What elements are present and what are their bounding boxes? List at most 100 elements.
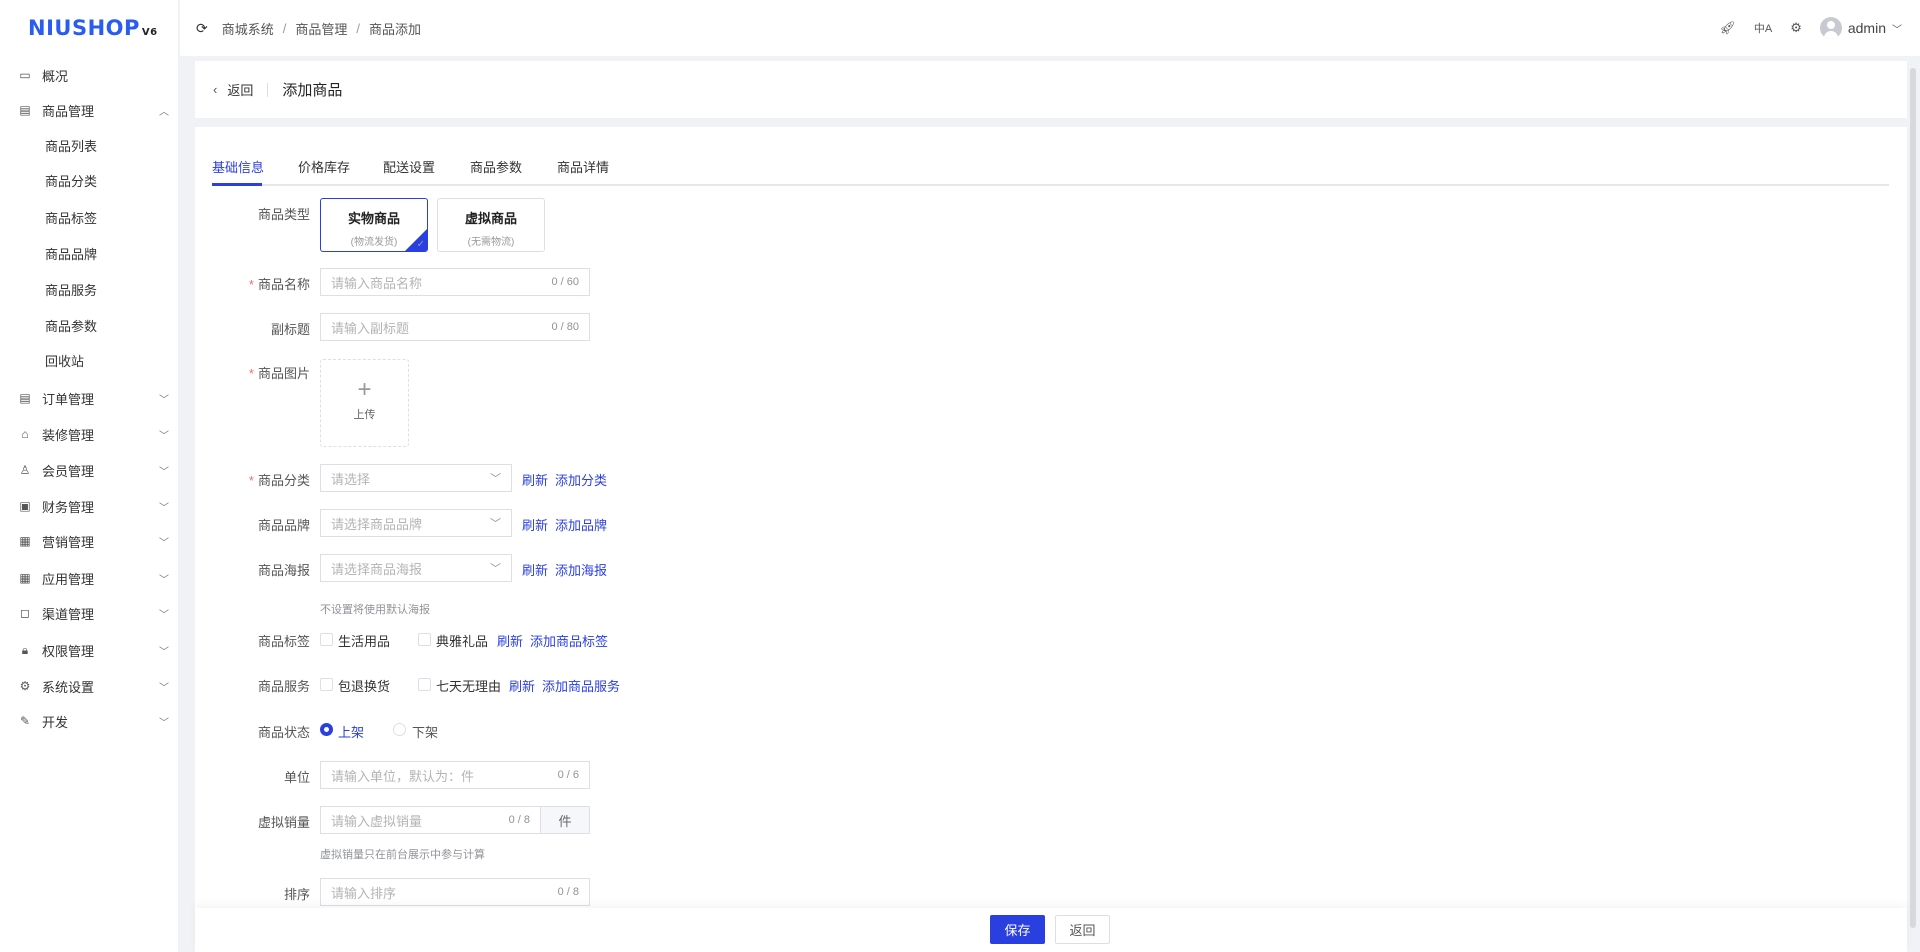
refresh-icon[interactable]: ⟳ <box>196 20 208 37</box>
brand-select[interactable]: 请选择商品品牌 ﹀ <box>320 509 512 537</box>
radio-off-shelf[interactable] <box>393 723 406 736</box>
field-label: 商品类型 <box>257 207 310 222</box>
sidebar-subitem-goods-tags[interactable]: 商品标签 <box>45 201 97 237</box>
refresh-category-link[interactable]: 刷新 <box>522 470 548 489</box>
refresh-services-link[interactable]: 刷新 <box>509 676 535 695</box>
tag-checkbox[interactable] <box>418 633 431 646</box>
back-button[interactable]: 返回 <box>1055 915 1110 944</box>
placeholder: 请输入排序 <box>331 885 397 901</box>
sidebar-item-marketing[interactable]: ▦ 营销管理 ﹀ <box>0 523 179 559</box>
radio-label[interactable]: 下架 <box>412 722 438 741</box>
refresh-poster-link[interactable]: 刷新 <box>522 560 548 579</box>
scrollbar[interactable] <box>1907 56 1920 952</box>
sidebar-item-dev[interactable]: ✎ 开发 ﹀ <box>0 703 179 739</box>
sidebar-item-goods[interactable]: ▤ 商品管理 ︿ <box>0 92 179 128</box>
sidebar-item-overview[interactable]: ▭ 概况 <box>0 57 179 93</box>
type-option-virtual[interactable]: 虚拟商品 (无需物流) <box>437 198 545 252</box>
radio-on-shelf[interactable] <box>320 723 333 736</box>
required-mark: * <box>248 366 254 381</box>
edit-icon: ✎ <box>19 714 31 728</box>
tab-price-stock[interactable]: 价格库存 <box>298 157 350 176</box>
page-title: 添加商品 <box>282 82 343 99</box>
placeholder: 请选择商品品牌 <box>331 516 423 532</box>
service-option-label[interactable]: 七天无理由 <box>436 676 501 695</box>
field-label: 虚拟销量 <box>257 815 310 830</box>
category-select[interactable]: 请选择 ﹀ <box>320 464 512 492</box>
add-service-link[interactable]: 添加商品服务 <box>542 676 620 695</box>
user-menu[interactable]: admin ﹀ <box>1819 17 1902 39</box>
chevron-down-icon: ﹀ <box>159 466 169 478</box>
gear-icon: ⚙ <box>19 679 31 693</box>
order-icon: ▤ <box>19 391 31 405</box>
add-tag-link[interactable]: 添加商品标签 <box>530 631 608 650</box>
logo-text: NIUSHOP <box>28 16 140 40</box>
sort-input[interactable]: 请输入排序 0 / 8 <box>320 878 590 906</box>
finance-icon: ▣ <box>19 499 31 513</box>
radio-label[interactable]: 上架 <box>338 722 364 741</box>
translate-icon[interactable]: 中A <box>1754 20 1772 36</box>
type-option-physical[interactable]: 实物商品 (物流发货) ✓ <box>320 198 428 252</box>
service-option-label[interactable]: 包退换货 <box>338 676 390 695</box>
rocket-icon[interactable]: 🚀︎ <box>1719 20 1736 36</box>
refresh-tags-link[interactable]: 刷新 <box>497 631 523 650</box>
poster-select[interactable]: 请选择商品海报 ﹀ <box>320 554 512 582</box>
sidebar-item-channel[interactable]: ◻ 渠道管理 ﹀ <box>0 595 179 631</box>
field-label: 单位 <box>283 770 310 785</box>
tag-option-label[interactable]: 生活用品 <box>338 631 390 650</box>
tab-params[interactable]: 商品参数 <box>470 157 522 176</box>
service-checkbox[interactable] <box>418 678 431 691</box>
sidebar-subitem-goods-list[interactable]: 商品列表 <box>45 129 97 165</box>
sidebar-item-member[interactable]: ♙ 会员管理 ﹀ <box>0 452 179 488</box>
refresh-brand-link[interactable]: 刷新 <box>522 515 548 534</box>
channel-icon: ◻ <box>20 606 30 620</box>
sidebar-item-decorate[interactable]: ⌂ 装修管理 ﹀ <box>0 416 179 452</box>
required-mark: * <box>248 277 254 292</box>
tab-delivery[interactable]: 配送设置 <box>383 157 435 176</box>
chart-icon: ▭ <box>19 68 31 82</box>
label-text: 商品图片 <box>257 366 310 381</box>
breadcrumb-item[interactable]: 商品管理 <box>295 19 347 38</box>
chevron-left-icon: ‹ <box>213 82 218 97</box>
tab-details[interactable]: 商品详情 <box>557 157 609 176</box>
field-label: 商品服务 <box>257 679 310 694</box>
sidebar-subitem-recycle[interactable]: 回收站 <box>45 344 84 380</box>
tag-checkbox[interactable] <box>320 633 333 646</box>
subtitle-input[interactable]: 请输入副标题 0 / 80 <box>320 313 590 341</box>
goods-name-input[interactable]: 请输入商品名称 0 / 60 <box>320 268 590 296</box>
breadcrumb-item[interactable]: 商城系统 <box>222 19 274 38</box>
member-icon: ♙ <box>19 463 31 477</box>
service-checkbox[interactable] <box>320 678 333 691</box>
sidebar-subitem-goods-brand[interactable]: 商品品牌 <box>45 237 97 273</box>
option-subtitle: (无需物流) <box>467 237 515 248</box>
sidebar-item-apps[interactable]: ▦ 应用管理 ﹀ <box>0 560 179 596</box>
logo-version: V6 <box>141 27 158 38</box>
image-upload[interactable]: + 上传 <box>320 359 409 447</box>
tab-basic-info[interactable]: 基础信息 <box>212 157 264 176</box>
back-link[interactable]: ‹ 返回 <box>213 80 253 99</box>
sidebar-subitem-goods-service[interactable]: 商品服务 <box>45 273 97 309</box>
page-header: ‹ 返回 添加商品 <box>195 61 1907 118</box>
check-icon: ✓ <box>416 239 425 250</box>
avatar <box>1819 17 1842 39</box>
virtual-sales-input[interactable]: 请输入虚拟销量 0 / 8 <box>320 806 541 834</box>
sidebar-item-finance[interactable]: ▣ 财务管理 ﹀ <box>0 488 179 524</box>
gear-icon[interactable]: ⚙ <box>1790 20 1802 36</box>
save-button[interactable]: 保存 <box>990 915 1045 944</box>
add-poster-link[interactable]: 添加海报 <box>555 560 607 579</box>
scrollbar-thumb[interactable] <box>1910 68 1916 928</box>
sidebar-item-permission[interactable]: 🔒︎ 权限管理 ﹀ <box>0 632 179 668</box>
chevron-down-icon: ﹀ <box>159 717 169 729</box>
sidebar-subitem-goods-category[interactable]: 商品分类 <box>45 164 97 200</box>
tag-option-label[interactable]: 典雅礼品 <box>436 631 488 650</box>
sidebar-subitem-goods-params[interactable]: 商品参数 <box>45 309 97 345</box>
add-brand-link[interactable]: 添加品牌 <box>555 515 607 534</box>
sidebar-item-order[interactable]: ▤ 订单管理 ﹀ <box>0 380 179 416</box>
field-label: 商品海报 <box>257 563 310 578</box>
add-category-link[interactable]: 添加分类 <box>555 470 607 489</box>
goods-icon: ▤ <box>19 103 31 117</box>
unit-input[interactable]: 请输入单位，默认为：件 0 / 6 <box>320 761 590 789</box>
sidebar-item-settings[interactable]: ⚙ 系统设置 ﹀ <box>0 668 179 704</box>
top-header: ⟳ 商城系统 / 商品管理 / 商品添加 🚀︎ 中A ⚙ admin ﹀ <box>180 0 1920 56</box>
breadcrumb-separator: / <box>356 20 361 36</box>
logo[interactable]: NIUSHOP V6 <box>28 16 158 40</box>
